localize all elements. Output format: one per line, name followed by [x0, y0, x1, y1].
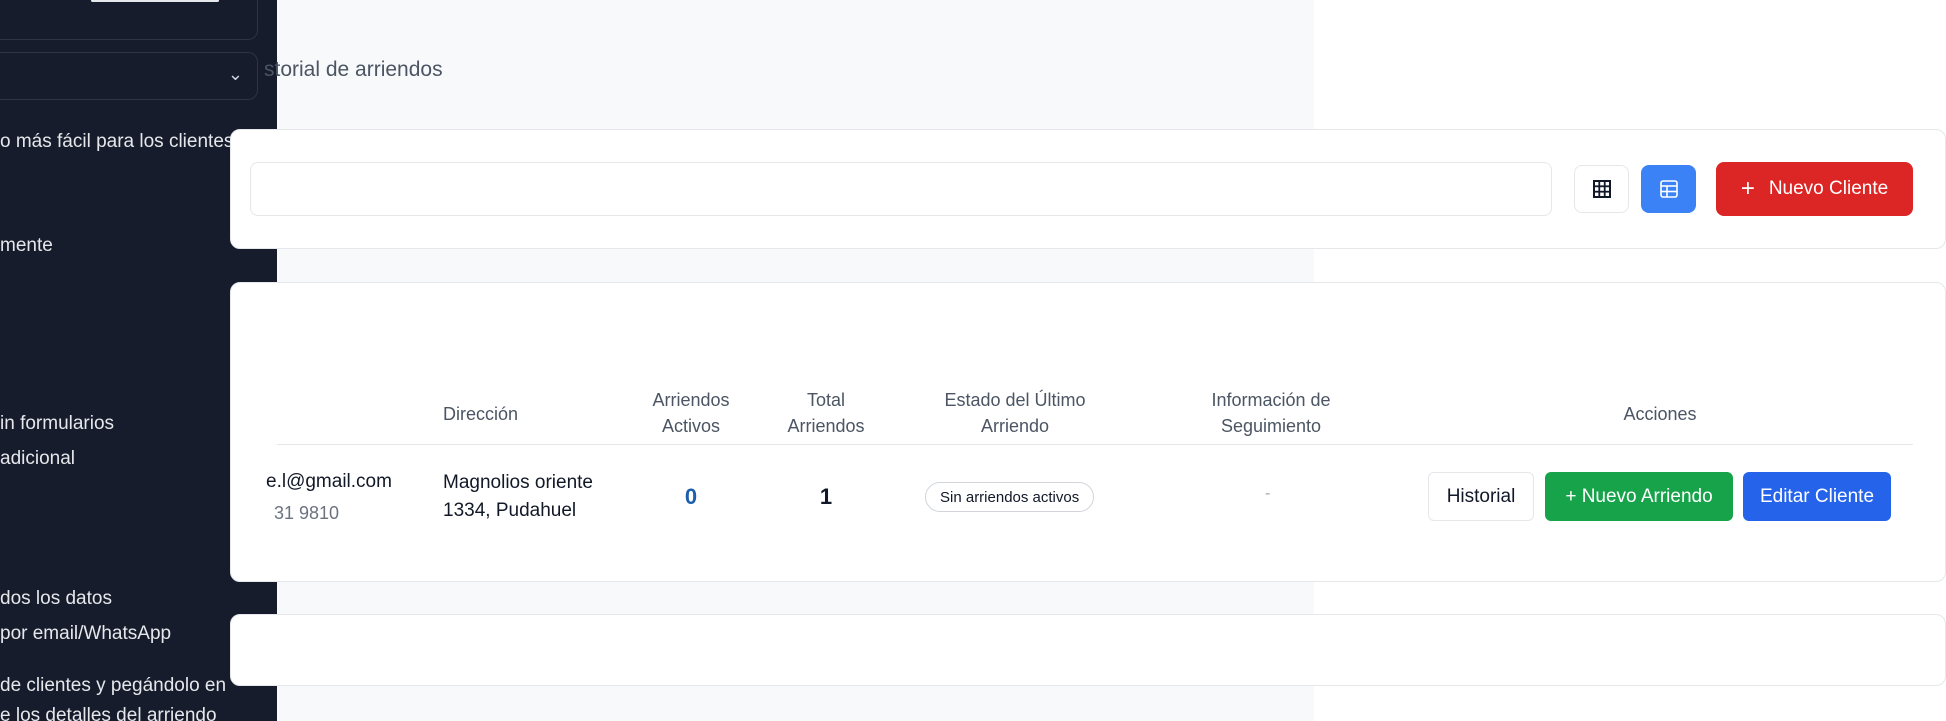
active-rentals-count[interactable]: 0: [661, 484, 721, 510]
header-line: Arriendos: [652, 390, 730, 410]
new-client-button[interactable]: + Nuevo Cliente: [1716, 162, 1913, 216]
side-card: [0, 0, 258, 40]
client-address-line: 1334, Pudahuel: [443, 500, 577, 521]
side-text-line: mente: [0, 235, 53, 256]
pagination-card: [230, 614, 1946, 686]
header-line: Activos: [661, 416, 721, 436]
followup-value: -: [1265, 485, 1271, 502]
side-text-line: por email/WhatsApp: [0, 623, 172, 644]
column-header-acciones: Acciones: [1623, 404, 1697, 424]
history-description: storial de arriendos: [264, 58, 443, 81]
column-header-total-arriendos: Total Arriendos: [770, 387, 882, 439]
column-header-estado: Estado del Último Arriendo: [910, 387, 1120, 439]
search-input[interactable]: [250, 162, 1552, 216]
table-view-button[interactable]: [1641, 165, 1696, 213]
status-badge: Sin arriendos activos: [925, 482, 1095, 512]
new-rental-button[interactable]: + Nuevo Arriendo: [1545, 472, 1733, 521]
side-text-line: dos los datos: [0, 588, 112, 609]
header-line: Arriendos: [787, 416, 865, 436]
side-text-line: in formularios: [0, 413, 115, 434]
header-line: Información de: [1211, 390, 1331, 410]
side-text-line: e los detalles del arriendo: [0, 705, 217, 721]
client-phone: 31 9810: [274, 503, 340, 523]
table-header-divider: [277, 444, 1913, 445]
side-text-line: o más fácil para los clientes:: [0, 131, 239, 152]
side-card-bar: [91, 0, 219, 2]
header-line: Total: [806, 390, 846, 410]
total-rentals-count: 1: [819, 484, 833, 509]
column-header-direccion: Dirección: [443, 404, 519, 424]
history-button[interactable]: Historial: [1428, 472, 1534, 521]
header-line: Seguimiento: [1220, 416, 1322, 436]
header-line: Arriendo: [980, 416, 1050, 436]
client-address-line: Magnolios oriente: [443, 472, 593, 493]
column-header-informacion: Información de Seguimiento: [1160, 387, 1382, 439]
side-text-line: de clientes y pegándolo en: [0, 675, 227, 696]
column-header-arriendos-activos: Arriendos Activos: [620, 387, 762, 439]
chevron-down-icon: ⌄: [227, 64, 243, 84]
side-text-line: adicional: [0, 448, 75, 469]
grid-view-button[interactable]: [1574, 165, 1629, 213]
client-email: e.l@gmail.com: [266, 471, 392, 492]
side-dropdown[interactable]: ⌄: [0, 52, 258, 100]
header-line: Estado del Último: [944, 390, 1086, 410]
new-client-label: Nuevo Cliente: [1768, 178, 1889, 199]
plus-icon: +: [1740, 175, 1755, 202]
grid-icon: [1592, 180, 1611, 198]
edit-client-button[interactable]: Editar Cliente: [1743, 472, 1891, 521]
table-icon: [1659, 180, 1678, 198]
